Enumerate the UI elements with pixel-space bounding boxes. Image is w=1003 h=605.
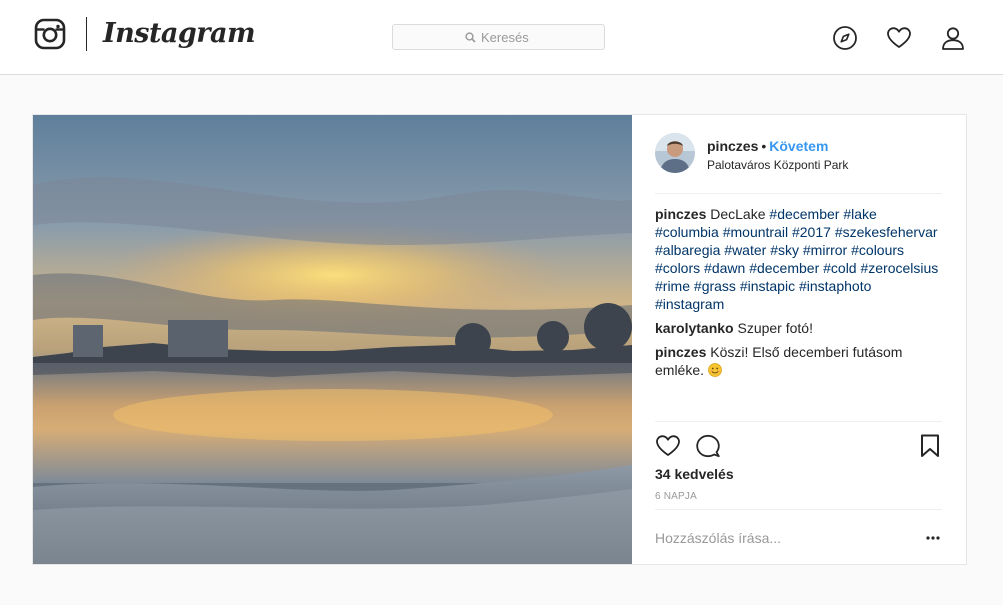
- comment-text: Szuper fotó!: [737, 320, 813, 336]
- hashtag-link[interactable]: #cold: [823, 260, 856, 276]
- hashtag-link[interactable]: #columbia: [655, 224, 719, 240]
- compass-icon[interactable]: [832, 25, 858, 51]
- like-heart-icon[interactable]: [655, 433, 681, 459]
- comment-input[interactable]: [655, 528, 905, 548]
- post-timestamp[interactable]: 6 NAPJA: [655, 491, 697, 502]
- hashtag-link[interactable]: #instagram: [655, 296, 724, 312]
- instagram-glyph-icon[interactable]: [34, 18, 66, 50]
- hashtag-link[interactable]: #2017: [792, 224, 831, 240]
- caption-username[interactable]: pinczes: [655, 206, 706, 222]
- post-location[interactable]: Palotaváros Központi Park: [707, 158, 848, 172]
- add-comment-section: [655, 509, 942, 570]
- hashtag-link[interactable]: #lake: [843, 206, 876, 222]
- hashtag-link[interactable]: #albaregia: [655, 242, 720, 258]
- hashtag-link[interactable]: #colours: [851, 242, 904, 258]
- search-input[interactable]: [481, 28, 596, 46]
- bookmark-icon[interactable]: [917, 433, 943, 459]
- hashtag-link[interactable]: #december: [749, 260, 819, 276]
- hashtag-link[interactable]: #instapic: [740, 278, 795, 294]
- list-item: karolytanko Szuper fotó!: [655, 319, 942, 337]
- likes-count[interactable]: 34 kedvelés: [655, 466, 734, 482]
- heart-icon[interactable]: [886, 25, 912, 51]
- comment-username[interactable]: karolytanko: [655, 320, 734, 336]
- post-caption: pinczes DecLake #december #lake #columbi…: [655, 205, 942, 313]
- user-icon[interactable]: [940, 25, 966, 51]
- hashtag-link[interactable]: #mountrail: [723, 224, 788, 240]
- instagram-wordmark[interactable]: Instagram: [103, 14, 256, 54]
- hashtag-link[interactable]: #rime: [655, 278, 690, 294]
- list-item: pinczes Köszi! Első decemberi futásom em…: [655, 343, 942, 379]
- hashtag-link[interactable]: #zerocelsius: [860, 260, 938, 276]
- search-box[interactable]: [392, 24, 605, 50]
- hashtag-link[interactable]: #szekesfehervar: [835, 224, 938, 240]
- more-options-icon[interactable]: [925, 530, 941, 546]
- top-navigation-bar: Instagram: [0, 0, 1003, 75]
- smiling-face-icon: [708, 363, 722, 377]
- search-icon: [465, 32, 476, 43]
- hashtag-link[interactable]: #grass: [694, 278, 736, 294]
- hashtag-link[interactable]: #instaphoto: [799, 278, 871, 294]
- avatar[interactable]: [655, 133, 695, 173]
- follow-button[interactable]: Követem: [769, 138, 828, 154]
- post-actions: 34 kedvelés 6 NAPJA: [655, 421, 943, 548]
- owner-line: pinczes • Követem: [707, 138, 828, 154]
- post-card: pinczes • Követem Palotaváros Központi Par…: [32, 114, 967, 565]
- comment-username[interactable]: pinczes: [655, 344, 706, 360]
- comments-list: pinczes DecLake #december #lake #columbi…: [655, 205, 942, 385]
- post-side-panel: pinczes • Követem Palotaváros Központi Par…: [632, 115, 966, 564]
- caption-text: DecLake: [710, 206, 766, 222]
- post-header: pinczes • Követem Palotaváros Központi Par…: [655, 133, 942, 194]
- hashtag-link[interactable]: #december: [769, 206, 839, 222]
- owner-separator: •: [761, 138, 767, 154]
- hashtag-link[interactable]: #sky: [770, 242, 799, 258]
- logo-divider: [86, 17, 87, 51]
- post-photo[interactable]: [33, 115, 632, 564]
- hashtag-link[interactable]: #colors: [655, 260, 700, 276]
- hashtag-link[interactable]: #water: [724, 242, 766, 258]
- hashtag-link[interactable]: #mirror: [803, 242, 847, 258]
- owner-username[interactable]: pinczes: [707, 138, 758, 154]
- comment-icon[interactable]: [695, 433, 721, 459]
- hashtag-link[interactable]: #dawn: [704, 260, 745, 276]
